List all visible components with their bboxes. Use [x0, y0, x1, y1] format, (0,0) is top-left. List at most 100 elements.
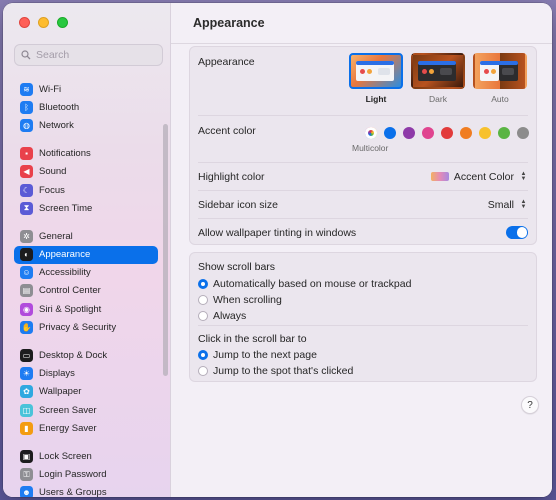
- wifi-icon: ≋: [20, 82, 33, 96]
- control-center-icon: ▤: [20, 284, 33, 298]
- sidebar-list: ≋ Wi-Fi ᛒ Bluetooth ◍ Network ▪ Notifications ◀ S…: [14, 80, 158, 497]
- radio-scroll-automatic[interactable]: Automatically based on mouse or trackpad: [198, 278, 411, 290]
- minimize-button[interactable]: [38, 17, 49, 28]
- sidebar-item-sound[interactable]: ◀ Sound: [14, 163, 158, 181]
- sidebar-item-label: Wi-Fi: [39, 83, 62, 95]
- wallpaper-tinting-toggle[interactable]: [506, 226, 528, 239]
- radio-button[interactable]: [198, 350, 208, 360]
- hourglass-icon: ⧗: [20, 201, 33, 215]
- sidebar-item-notifications[interactable]: ▪ Notifications: [14, 145, 158, 163]
- sidebar-item-wallpaper[interactable]: ✿ Wallpaper: [14, 383, 158, 401]
- radio-label: Jump to the spot that's clicked: [213, 365, 354, 377]
- main-pane: Appearance Appearance Light Dark Auto Ac…: [171, 3, 552, 497]
- radio-label: When scrolling: [213, 294, 282, 306]
- radio-scroll-when-scrolling[interactable]: When scrolling: [198, 294, 411, 306]
- battery-icon: ▮: [20, 421, 33, 435]
- gear-icon: ✲: [20, 229, 33, 243]
- appearance-label: Appearance: [198, 56, 255, 68]
- window-controls: [19, 17, 68, 28]
- highlight-color-popup[interactable]: Accent Color ▲ ▼: [430, 170, 528, 183]
- sidebar-item-label: Privacy & Security: [39, 321, 117, 333]
- sidebar-item-wi-fi[interactable]: ≋ Wi-Fi: [14, 80, 158, 98]
- sidebar-scrollbar[interactable]: [163, 124, 168, 376]
- sidebar-item-label: Users & Groups: [39, 487, 107, 497]
- click-scroll-bar-label: Click in the scroll bar to: [198, 333, 307, 345]
- scroll-bars-group: Show scroll bars Automatically based on …: [189, 252, 537, 382]
- sidebar-item-label: Desktop & Dock: [39, 350, 108, 362]
- accent-swatch[interactable]: [498, 127, 510, 139]
- sidebar-item-focus[interactable]: ☾ Focus: [14, 181, 158, 199]
- sidebar-item-label: Notifications: [39, 148, 91, 160]
- search-input[interactable]: [36, 49, 151, 61]
- sidebar-item-control-center[interactable]: ▤ Control Center: [14, 282, 158, 300]
- accent-swatches: [365, 127, 529, 139]
- sidebar-item-users-groups[interactable]: ☻ Users & Groups: [14, 484, 158, 497]
- sidebar-item-privacy-security[interactable]: ✋ Privacy & Security: [14, 318, 158, 336]
- dark-label: Dark: [429, 94, 447, 104]
- sidebar-item-siri-spotlight[interactable]: ◉ Siri & Spotlight: [14, 300, 158, 318]
- appearance-option-dark[interactable]: Dark: [410, 53, 466, 104]
- sidebar-item-network[interactable]: ◍ Network: [14, 116, 158, 134]
- sidebar-item-login-password[interactable]: ⚿ Login Password: [14, 466, 158, 484]
- sidebar-icon-size-label: Sidebar icon size: [198, 198, 278, 211]
- accessibility-icon: ☺: [20, 266, 33, 280]
- radio-label: Automatically based on mouse or trackpad: [213, 278, 412, 290]
- sidebar-item-label: General: [39, 230, 73, 242]
- sidebar-item-desktop-dock[interactable]: ▭ Desktop & Dock: [14, 346, 158, 364]
- search-field[interactable]: [14, 44, 163, 66]
- radio-label: Always: [213, 310, 247, 322]
- sidebar-item-label: Siri & Spotlight: [39, 303, 102, 315]
- accent-swatch[interactable]: [403, 127, 415, 139]
- sidebar-item-screen-time[interactable]: ⧗ Screen Time: [14, 199, 158, 217]
- sidebar-item-energy-saver[interactable]: ▮ Energy Saver: [14, 419, 158, 437]
- sidebar-item-screen-saver[interactable]: ◫ Screen Saver: [14, 401, 158, 419]
- accent-swatch[interactable]: [384, 127, 396, 139]
- divider: [198, 325, 528, 326]
- hand-icon: ✋: [20, 320, 33, 334]
- radio-scroll-always[interactable]: Always: [198, 310, 411, 322]
- sidebar-item-accessibility[interactable]: ☺ Accessibility: [14, 264, 158, 282]
- radio-jump-to-spot[interactable]: Jump to the spot that's clicked: [198, 365, 353, 377]
- radio-button[interactable]: [198, 295, 208, 305]
- sidebar-item-lock-screen[interactable]: ▣ Lock Screen: [14, 447, 158, 465]
- light-label: Light: [365, 94, 387, 104]
- sidebar-item-general[interactable]: ✲ General: [14, 227, 158, 245]
- sidebar-item-bluetooth[interactable]: ᛒ Bluetooth: [14, 98, 158, 116]
- zoom-button[interactable]: [57, 17, 68, 28]
- accent-swatch[interactable]: [479, 127, 491, 139]
- sidebar-item-appearance[interactable]: ◐ Appearance: [14, 245, 158, 264]
- appearance-option-auto[interactable]: Auto: [472, 53, 528, 104]
- radio-jump-next-page[interactable]: Jump to the next page: [198, 349, 353, 361]
- radio-label: Jump to the next page: [213, 349, 317, 361]
- accent-color-label: Accent color: [198, 125, 256, 137]
- sidebar-item-label: Lock Screen: [39, 450, 92, 462]
- appearance-circle-icon: ◐: [20, 248, 33, 262]
- accent-swatch[interactable]: [441, 127, 453, 139]
- sidebar-item-label: Network: [39, 119, 74, 131]
- sidebar-item-label: Wallpaper: [39, 386, 82, 398]
- accent-swatch[interactable]: [517, 127, 529, 139]
- close-button[interactable]: [19, 17, 30, 28]
- radio-button[interactable]: [198, 366, 208, 376]
- accent-swatch-multicolor[interactable]: [365, 127, 377, 139]
- radio-button[interactable]: [198, 311, 208, 321]
- lock-screen-icon: ▣: [20, 449, 33, 463]
- sidebar-item-label: Login Password: [39, 469, 107, 481]
- appearance-option-light[interactable]: Light: [348, 53, 404, 104]
- highlight-color-value: Accent Color: [453, 170, 514, 183]
- sidebar-item-displays[interactable]: ☀ Displays: [14, 365, 158, 383]
- radio-button[interactable]: [198, 279, 208, 289]
- light-mode-thumbnail: [349, 53, 403, 89]
- appearance-settings-group: Appearance Light Dark Auto Accent color …: [189, 46, 537, 245]
- page-title: Appearance: [171, 3, 552, 44]
- accent-swatch[interactable]: [422, 127, 434, 139]
- accent-swatch[interactable]: [460, 127, 472, 139]
- sidebar-item-label: Displays: [39, 368, 75, 380]
- siri-icon: ◉: [20, 302, 33, 316]
- sidebar-item-label: Control Center: [39, 285, 101, 297]
- help-button[interactable]: ?: [521, 396, 539, 414]
- sidebar-icon-size-popup[interactable]: Small ▲ ▼: [488, 198, 528, 211]
- accent-caption: Multicolor: [352, 143, 389, 153]
